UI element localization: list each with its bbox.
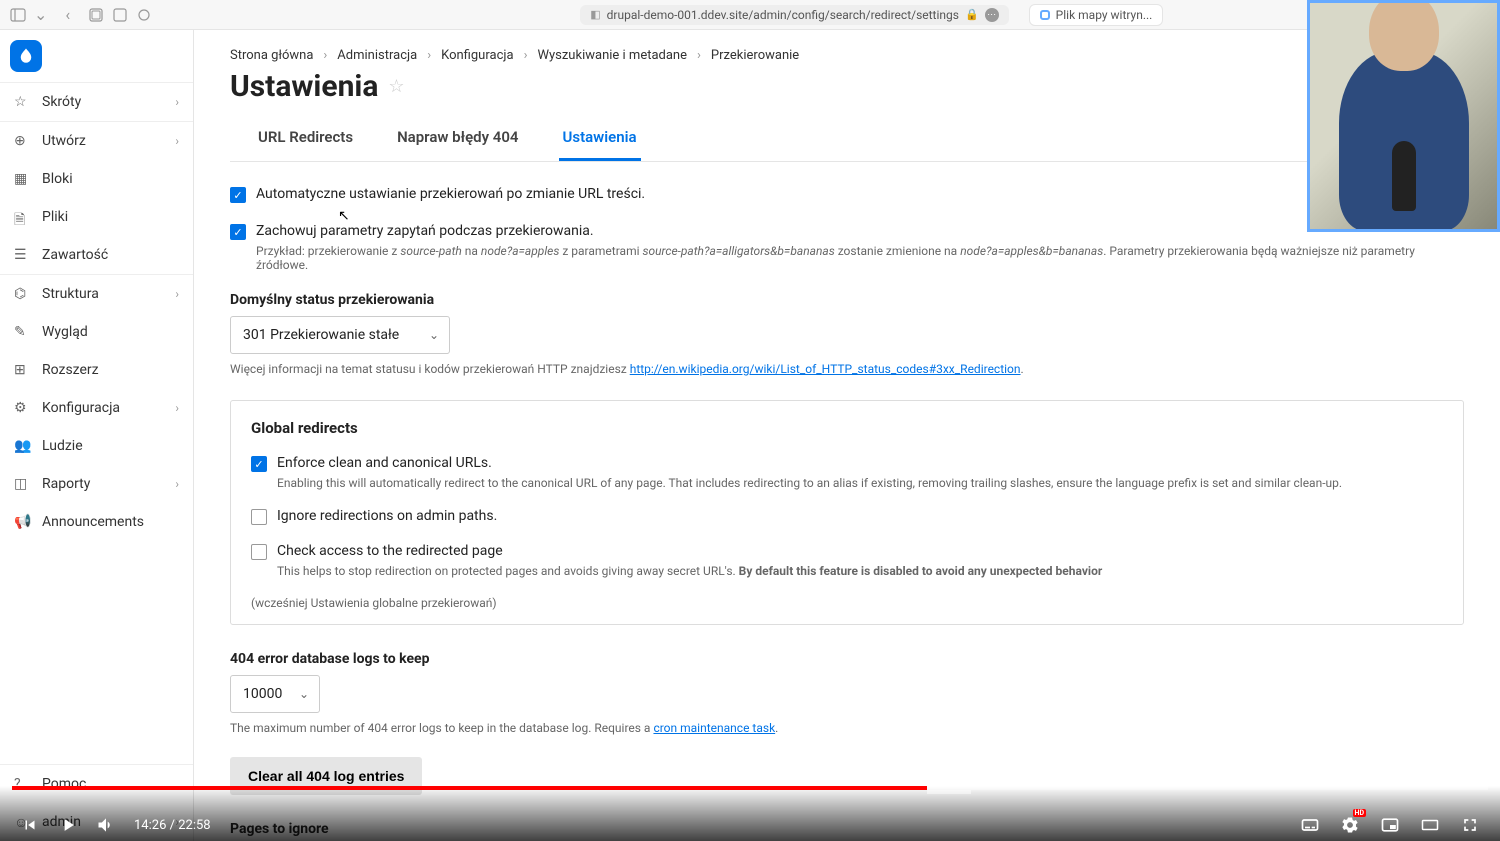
theater-icon[interactable] (1420, 815, 1440, 835)
browser-toolbar: ⌄ ‹ ◧ drupal-demo-001.ddev.site/admin/co… (0, 0, 1500, 30)
chevron-down-icon: ⌄ (429, 328, 439, 342)
window-icon[interactable] (112, 7, 128, 23)
breadcrumb-link[interactable]: Wyszukiwanie i metadane (537, 48, 687, 63)
puzzle-icon: ⊞ (14, 362, 30, 378)
default-status-label: Domyślny status przekierowania (230, 292, 1464, 308)
structure-icon: ⌬ (14, 286, 30, 302)
people-icon: 👥 (14, 438, 30, 454)
refresh-icon[interactable] (136, 7, 152, 23)
global-redirects-fieldset: Global redirects ✓ Enforce clean and can… (230, 400, 1464, 625)
sidebar-item-structure[interactable]: ⌬Struktura› (0, 275, 193, 313)
page-title: Ustawienia (230, 69, 378, 104)
keep-params-label: Zachowuj parametry zapytań podczas przek… (256, 223, 594, 239)
chevron-right-icon: › (175, 477, 179, 491)
global-redirects-title: Global redirects (251, 419, 1443, 437)
settings-icon[interactable]: HD (1340, 815, 1360, 835)
favorite-star-icon[interactable]: ☆ (388, 76, 404, 97)
plus-icon: ⊕ (14, 133, 30, 149)
logs-keep-help: The maximum number of 404 error logs to … (230, 721, 1464, 735)
tab-settings[interactable]: Ustawienia (559, 116, 641, 161)
sidebar-item-content[interactable]: ☰Zawartość (0, 236, 193, 274)
sidebar-item-blocks[interactable]: ▦Bloki (0, 160, 193, 198)
hd-badge: HD (1353, 809, 1367, 817)
default-status-help: Więcej informacji na temat statusu i kod… (230, 362, 1464, 376)
megaphone-icon: 📢 (14, 514, 30, 530)
chevron-right-icon: › (175, 134, 179, 148)
sliders-icon: ⚙ (14, 400, 30, 416)
chevron-right-icon: › (175, 95, 179, 109)
breadcrumb-link[interactable]: Konfiguracja (441, 48, 513, 63)
brush-icon: ✎ (14, 324, 30, 340)
sidebar-item-configuration[interactable]: ⚙Konfiguracja› (0, 389, 193, 427)
sidebar-toggle-icon[interactable] (10, 7, 26, 23)
logs-keep-label: 404 error database logs to keep (230, 651, 1464, 667)
breadcrumb-link[interactable]: Strona główna (230, 48, 313, 63)
check-access-help: This helps to stop redirection on protec… (277, 564, 1443, 578)
tab-fix-404[interactable]: Napraw błędy 404 (393, 116, 522, 161)
video-progress-bar[interactable] (12, 786, 1488, 790)
sidebar-item-reports[interactable]: ◫Raporty› (0, 465, 193, 503)
video-player-controls: 14:26 / 22:58 HD (0, 786, 1500, 841)
star-icon: ☆ (14, 94, 30, 110)
breadcrumb-link[interactable]: Administracja (337, 48, 417, 63)
url-text: drupal-demo-001.ddev.site/admin/config/s… (607, 8, 959, 22)
sidebar-item-create[interactable]: ⊕Utwórz› (0, 122, 193, 160)
admin-sidebar: ☆Skróty› ⊕Utwórz› ▦Bloki 🗎Pliki ☰Zawarto… (0, 30, 194, 841)
lock-icon: 🔒 (965, 8, 979, 21)
previous-icon[interactable] (20, 815, 40, 835)
auto-redirect-label: Automatyczne ustawianie przekierowań po … (256, 186, 645, 202)
logs-keep-select[interactable]: 10000 ⌄ (230, 675, 320, 713)
check-access-label: Check access to the redirected page (277, 543, 503, 559)
grid-icon: ▦ (14, 171, 30, 187)
wikipedia-link[interactable]: http://en.wikipedia.org/wiki/List_of_HTT… (630, 362, 1021, 376)
chart-icon: ◫ (14, 476, 30, 492)
play-icon[interactable] (58, 815, 78, 835)
cron-link[interactable]: cron maintenance task (653, 721, 775, 735)
keep-params-checkbox[interactable]: ✓ (230, 224, 246, 240)
clean-urls-label: Enforce clean and canonical URLs. (277, 455, 492, 471)
sidebar-item-files[interactable]: 🗎Pliki (0, 198, 193, 236)
check-access-checkbox[interactable] (251, 544, 267, 560)
sidebar-item-people[interactable]: 👥Ludzie (0, 427, 193, 465)
ignore-admin-checkbox[interactable] (251, 509, 267, 525)
primary-tabs: URL Redirects Napraw błędy 404 Ustawieni… (230, 116, 1464, 162)
drupal-logo[interactable] (10, 40, 42, 72)
clean-urls-checkbox[interactable]: ✓ (251, 456, 267, 472)
dropdown-icon[interactable]: ⌄ (34, 5, 47, 24)
breadcrumb-link[interactable]: Przekierowanie (711, 48, 799, 63)
sidebar-item-shortcuts[interactable]: ☆Skróty› (0, 83, 193, 121)
chevron-down-icon: ⌄ (299, 687, 309, 701)
sidebar-item-appearance[interactable]: ✎Wygląd (0, 313, 193, 351)
breadcrumb: Strona główna› Administracja› Konfigurac… (230, 48, 1464, 63)
sidebar-item-announcements[interactable]: 📢Announcements (0, 503, 193, 541)
shield-icon[interactable] (88, 7, 104, 23)
site-info-icon: ◧ (590, 8, 600, 21)
global-redirects-footer: (wcześniej Ustawienia globalne przekiero… (251, 596, 1443, 610)
clean-urls-help: Enabling this will automatically redirec… (277, 476, 1443, 490)
main-content: Strona główna› Administracja› Konfigurac… (194, 30, 1500, 841)
url-bar[interactable]: ◧ drupal-demo-001.ddev.site/admin/config… (580, 5, 1008, 25)
webcam-overlay (1307, 0, 1500, 232)
captions-icon[interactable] (1300, 815, 1320, 835)
keep-params-help: Przykład: przekierowanie z source-path n… (256, 244, 1464, 272)
auto-redirect-checkbox[interactable]: ✓ (230, 187, 246, 203)
link-icon (1040, 10, 1050, 20)
chevron-right-icon: › (175, 287, 179, 301)
video-time: 14:26 / 22:58 (134, 818, 211, 833)
site-menu-icon[interactable]: ⋯ (985, 8, 999, 22)
list-icon: ☰ (14, 247, 30, 263)
default-status-select[interactable]: 301 Przekierowanie stałe ⌄ (230, 316, 450, 354)
back-icon[interactable]: ‹ (65, 5, 70, 24)
fullscreen-icon[interactable] (1460, 815, 1480, 835)
file-icon: 🗎 (14, 209, 30, 225)
miniplayer-icon[interactable] (1380, 815, 1400, 835)
sitemap-link[interactable]: Plik mapy witryn... (1029, 4, 1164, 26)
sidebar-item-extend[interactable]: ⊞Rozszerz (0, 351, 193, 389)
tab-url-redirects[interactable]: URL Redirects (254, 116, 357, 161)
volume-icon[interactable] (96, 815, 116, 835)
ignore-admin-label: Ignore redirections on admin paths. (277, 508, 497, 524)
chevron-right-icon: › (175, 401, 179, 415)
